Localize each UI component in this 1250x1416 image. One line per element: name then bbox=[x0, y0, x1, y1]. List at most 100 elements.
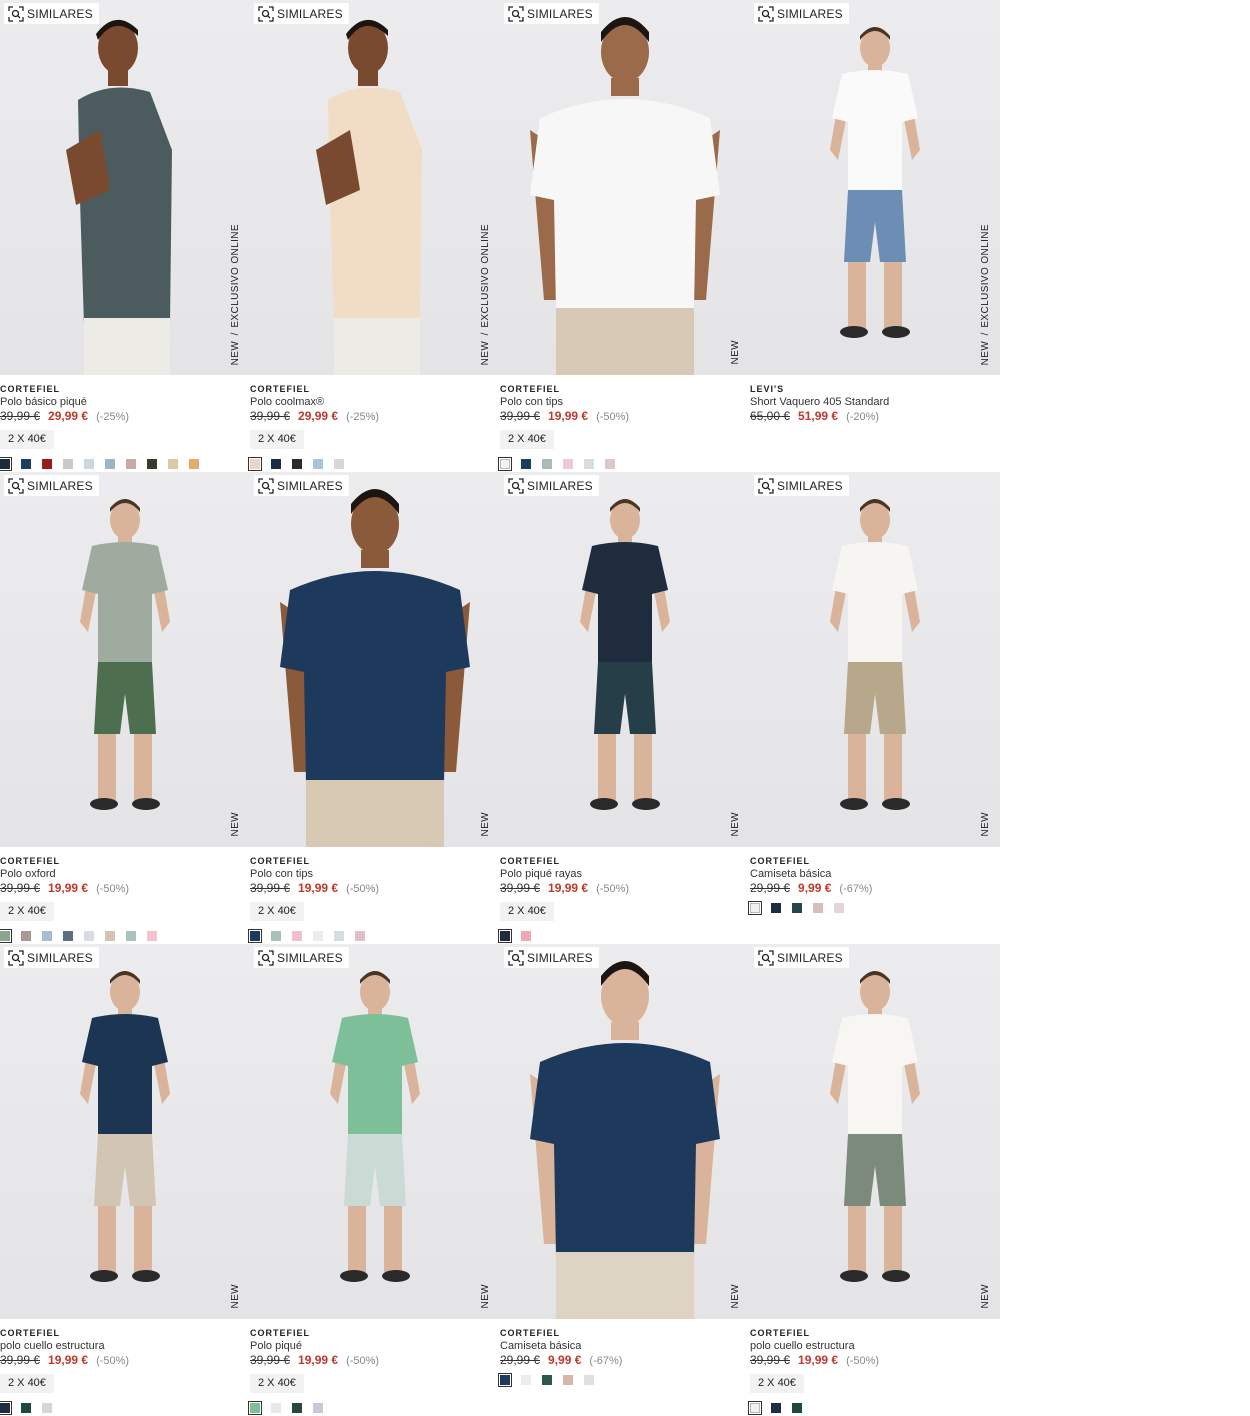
similar-button[interactable]: SIMILARES bbox=[504, 3, 599, 24]
similar-button[interactable]: SIMILARES bbox=[4, 947, 99, 968]
color-swatch[interactable] bbox=[42, 1403, 52, 1413]
color-swatch[interactable] bbox=[813, 903, 823, 913]
color-swatch[interactable] bbox=[748, 1401, 762, 1415]
similar-button[interactable]: SIMILARES bbox=[754, 3, 849, 24]
product-name[interactable]: Polo con tips bbox=[250, 868, 313, 880]
product-name[interactable]: Camiseta básica bbox=[500, 1340, 581, 1352]
color-swatch[interactable] bbox=[248, 1401, 262, 1415]
color-swatch[interactable] bbox=[834, 903, 844, 913]
color-swatch[interactable] bbox=[498, 457, 512, 471]
product-card[interactable]: SIMILARES NEW CORTEFIEL polo cuello estruct… bbox=[0, 944, 250, 1416]
product-card[interactable]: SIMILARES NEW / EXCLUSIVO ONLINE CORTEFIEL Po… bbox=[248, 0, 500, 472]
color-swatch[interactable] bbox=[147, 459, 157, 469]
color-swatch[interactable] bbox=[63, 459, 73, 469]
similar-button[interactable]: SIMILARES bbox=[504, 475, 599, 496]
product-name[interactable]: Polo oxford bbox=[0, 868, 56, 880]
product-name[interactable]: Polo básico piqué bbox=[0, 396, 87, 408]
product-card[interactable]: SIMILARES NEW CORTEFIEL Polo oxford 39,99 € 1… bbox=[0, 472, 250, 944]
product-image[interactable]: SIMILARES NEW bbox=[0, 944, 250, 1319]
color-swatch[interactable] bbox=[313, 931, 323, 941]
color-swatch[interactable] bbox=[292, 1403, 302, 1413]
product-card[interactable]: SIMILARES NEW / EXCLUSIVO ONLINE CORTEFIEL Po… bbox=[0, 0, 250, 472]
product-name[interactable]: Polo coolmax® bbox=[250, 396, 324, 408]
color-swatch[interactable] bbox=[126, 459, 136, 469]
color-swatch[interactable] bbox=[355, 931, 365, 941]
color-swatch[interactable] bbox=[498, 1373, 512, 1387]
product-card[interactable]: SIMILARES NEW CORTEFIEL Camiseta básica 29,9… bbox=[498, 944, 750, 1416]
color-swatch[interactable] bbox=[292, 459, 302, 469]
product-name[interactable]: Camiseta básica bbox=[750, 868, 831, 880]
color-swatch[interactable] bbox=[584, 459, 594, 469]
color-swatch[interactable] bbox=[792, 1403, 802, 1413]
product-card[interactable]: SIMILARES NEW / EXCLUSIVO ONLINE LEVI'S Short… bbox=[750, 0, 1000, 472]
color-swatch[interactable] bbox=[792, 903, 802, 913]
color-swatch[interactable] bbox=[126, 931, 136, 941]
product-image[interactable]: SIMILARES NEW / EXCLUSIVO ONLINE bbox=[750, 0, 1000, 375]
color-swatch[interactable] bbox=[248, 457, 262, 471]
product-name[interactable]: polo cuello estructura bbox=[750, 1340, 855, 1352]
color-swatch[interactable] bbox=[84, 459, 94, 469]
color-swatch[interactable] bbox=[292, 931, 302, 941]
product-card[interactable]: SIMILARES NEW CORTEFIEL Polo piqué rayas 39,… bbox=[498, 472, 750, 944]
color-swatch[interactable] bbox=[21, 459, 31, 469]
color-swatch[interactable] bbox=[0, 1401, 12, 1415]
color-swatch[interactable] bbox=[584, 1375, 594, 1385]
color-swatch[interactable] bbox=[334, 459, 344, 469]
color-swatch[interactable] bbox=[271, 459, 281, 469]
product-image[interactable]: SIMILARES NEW bbox=[750, 944, 1000, 1319]
product-image[interactable]: SIMILARES NEW bbox=[750, 472, 1000, 847]
color-swatch[interactable] bbox=[313, 459, 323, 469]
color-swatch[interactable] bbox=[21, 931, 31, 941]
color-swatch[interactable] bbox=[271, 931, 281, 941]
color-swatch[interactable] bbox=[42, 931, 52, 941]
color-swatch[interactable] bbox=[334, 931, 344, 941]
product-image[interactable]: SIMILARES NEW bbox=[250, 472, 500, 847]
color-swatch[interactable] bbox=[542, 1375, 552, 1385]
product-name[interactable]: Polo piqué bbox=[250, 1340, 302, 1352]
color-swatch[interactable] bbox=[105, 459, 115, 469]
color-swatch[interactable] bbox=[248, 929, 262, 943]
color-swatch[interactable] bbox=[21, 1403, 31, 1413]
color-swatch[interactable] bbox=[0, 929, 12, 943]
product-image[interactable]: SIMILARES NEW bbox=[500, 472, 750, 847]
product-card[interactable]: SIMILARES NEW CORTEFIEL Polo con tips 39,99 … bbox=[498, 0, 750, 472]
color-swatch[interactable] bbox=[0, 457, 12, 471]
similar-button[interactable]: SIMILARES bbox=[754, 947, 849, 968]
product-image[interactable]: SIMILARES NEW / EXCLUSIVO ONLINE bbox=[0, 0, 250, 375]
product-image[interactable]: SIMILARES NEW bbox=[500, 944, 750, 1319]
product-name[interactable]: polo cuello estructura bbox=[0, 1340, 105, 1352]
similar-button[interactable]: SIMILARES bbox=[4, 475, 99, 496]
color-swatch[interactable] bbox=[271, 1403, 281, 1413]
similar-button[interactable]: SIMILARES bbox=[254, 475, 349, 496]
color-swatch[interactable] bbox=[105, 931, 115, 941]
color-swatch[interactable] bbox=[748, 901, 762, 915]
color-swatch[interactable] bbox=[84, 931, 94, 941]
product-card[interactable]: SIMILARES NEW CORTEFIEL Polo piqué 39,99 € 19… bbox=[248, 944, 500, 1416]
product-name[interactable]: Short Vaquero 405 Standard bbox=[750, 396, 889, 408]
color-swatch[interactable] bbox=[521, 1375, 531, 1385]
product-card[interactable]: SIMILARES NEW CORTEFIEL Camiseta básica 29,9… bbox=[748, 472, 1000, 944]
product-name[interactable]: Polo con tips bbox=[500, 396, 563, 408]
similar-button[interactable]: SIMILARES bbox=[754, 475, 849, 496]
product-card[interactable]: SIMILARES NEW CORTEFIEL Polo con tips 39,99 … bbox=[248, 472, 500, 944]
color-swatch[interactable] bbox=[147, 931, 157, 941]
color-swatch[interactable] bbox=[521, 931, 531, 941]
similar-button[interactable]: SIMILARES bbox=[4, 3, 99, 24]
similar-button[interactable]: SIMILARES bbox=[254, 947, 349, 968]
product-image[interactable]: SIMILARES NEW bbox=[500, 0, 750, 375]
color-swatch[interactable] bbox=[771, 1403, 781, 1413]
color-swatch[interactable] bbox=[563, 459, 573, 469]
color-swatch[interactable] bbox=[521, 459, 531, 469]
color-swatch[interactable] bbox=[771, 903, 781, 913]
similar-button[interactable]: SIMILARES bbox=[254, 3, 349, 24]
product-image[interactable]: SIMILARES NEW / EXCLUSIVO ONLINE bbox=[250, 0, 500, 375]
color-swatch[interactable] bbox=[63, 931, 73, 941]
color-swatch[interactable] bbox=[498, 929, 512, 943]
color-swatch[interactable] bbox=[542, 459, 552, 469]
product-card[interactable]: SIMILARES NEW CORTEFIEL polo cuello estruct… bbox=[748, 944, 1000, 1416]
product-image[interactable]: SIMILARES NEW bbox=[250, 944, 500, 1319]
similar-button[interactable]: SIMILARES bbox=[504, 947, 599, 968]
color-swatch[interactable] bbox=[313, 1403, 323, 1413]
product-image[interactable]: SIMILARES NEW bbox=[0, 472, 250, 847]
color-swatch[interactable] bbox=[168, 459, 178, 469]
